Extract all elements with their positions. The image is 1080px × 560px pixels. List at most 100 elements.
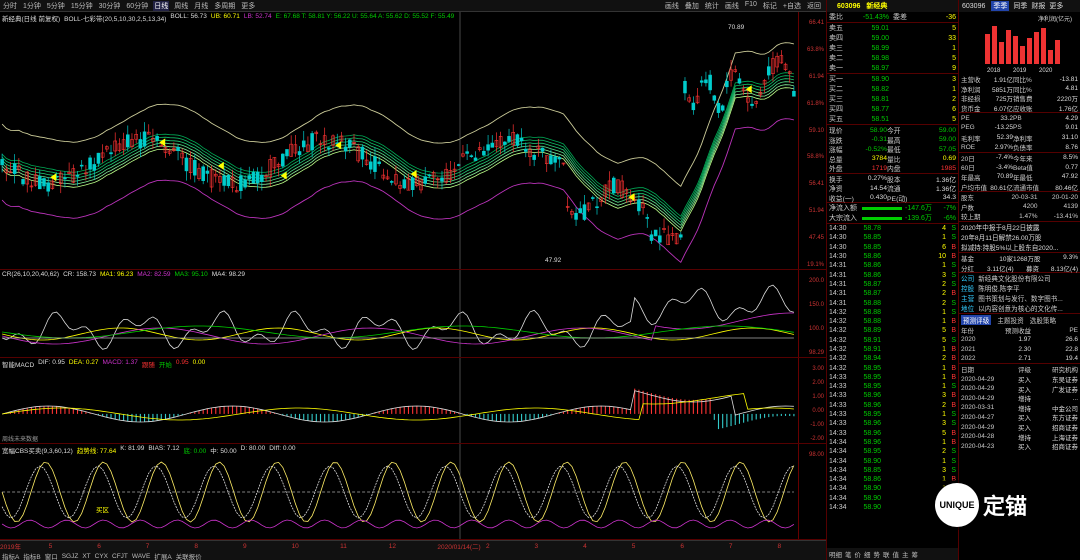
- holders-head: 股东 20-03-31 20-01-20: [959, 192, 1080, 203]
- cr-panel[interactable]: CR(26,10,20,40,62) CR: 158.73 MA1: 96.23…: [0, 270, 826, 358]
- period-tab-6[interactable]: 日线: [153, 0, 170, 11]
- candle-body: [750, 103, 754, 106]
- quote-footer-tab[interactable]: 细: [864, 549, 871, 559]
- ask-row[interactable]: 卖五 59.01 5: [827, 23, 958, 33]
- cr-title[interactable]: CR(26,10,20,40,62): [2, 271, 59, 278]
- period-tab-9[interactable]: 多周期: [213, 1, 236, 11]
- indicator-tab-6[interactable]: CFJT: [112, 553, 128, 560]
- kv-cell: 同比%: [1013, 77, 1032, 84]
- indicator-tab-7[interactable]: WAVE: [132, 553, 150, 560]
- table-row[interactable]: 2021 2.30 22.8: [959, 344, 1080, 354]
- bid-row[interactable]: 买二 58.82 1: [827, 84, 958, 94]
- period-tab-4[interactable]: 30分钟: [98, 1, 122, 11]
- toolbar-action-2[interactable]: 统计: [704, 1, 720, 11]
- quote-footer-tab[interactable]: 明细: [829, 549, 842, 559]
- f10-subtab-2[interactable]: 选股策略: [1030, 315, 1056, 325]
- cbs-axis: 98.00: [798, 444, 826, 539]
- toolbar-action-6[interactable]: +自选: [782, 1, 802, 11]
- indicator-tab-8[interactable]: 扩展A: [154, 551, 171, 560]
- f10-news[interactable]: 2020年中报于8月22日披露 20年8月11日解禁26.00万股 拟减持:持股5%…: [959, 222, 1080, 252]
- f10-subtab-0[interactable]: 预测评级: [961, 314, 992, 325]
- tick-list[interactable]: 14:30 58.78 4 S 14:30 58.85 1 S 14:30 58.85 6 B 14:3…: [827, 224, 958, 512]
- period-tab-5[interactable]: 60分钟: [125, 1, 149, 11]
- toolbar-action-7[interactable]: 返回: [806, 1, 822, 11]
- macd-indicator-chart[interactable]: [0, 358, 798, 444]
- f10-tab-0[interactable]: 季季: [991, 1, 1010, 11]
- period-tab-0[interactable]: 分时: [2, 1, 18, 11]
- macd-panel[interactable]: 智能MACD DIF: 0.95 DEA: 0.27 MACD: 1.37 跟随…: [0, 358, 826, 444]
- bid-row[interactable]: 买五 58.51 5: [827, 114, 958, 124]
- table-row[interactable]: 2020-04-29 买入 广发证券: [959, 384, 1080, 394]
- cbs-panel[interactable]: 宽幅CBS买卖(9,3,60,12) 趋势线: 77.64 K: 81.99 B…: [0, 444, 826, 540]
- toolbar-action-5[interactable]: 标记: [762, 1, 778, 11]
- ask-row[interactable]: 卖四 59.00 33: [827, 33, 958, 43]
- f10-header: 603096 季季 同季 财报 更多: [959, 0, 1080, 12]
- candle-body: [46, 182, 50, 192]
- company-key: 主营: [961, 296, 975, 304]
- candle-body: [38, 176, 42, 190]
- quote-footer-tab[interactable]: 势: [874, 549, 881, 559]
- stat-cell: 外盘: [829, 166, 843, 173]
- indicator-tab-3[interactable]: SGJZ: [62, 553, 79, 560]
- news-item[interactable]: 2020年中报于8月22日披露: [959, 222, 1080, 232]
- table-row[interactable]: 2020-04-23 买入 招商证券: [959, 441, 1080, 452]
- indicator-tab-4[interactable]: XT: [82, 553, 90, 560]
- f10-tab-2[interactable]: 财报: [1031, 1, 1045, 11]
- f10-tab-3[interactable]: 更多: [1049, 1, 1063, 11]
- candlestick-chart[interactable]: [0, 12, 798, 270]
- toolbar-action-3[interactable]: 画线: [724, 1, 740, 11]
- period-tab-7[interactable]: 周线: [173, 1, 189, 11]
- cbs-indicator-chart[interactable]: [0, 444, 798, 540]
- candle-body: [557, 157, 562, 160]
- tick-price: 58.87: [863, 290, 881, 298]
- bid-row[interactable]: 买四 58.77 6: [827, 104, 958, 114]
- quote-footer-tab[interactable]: 主: [902, 549, 909, 559]
- indicator-tab-2[interactable]: 窗口: [45, 551, 58, 560]
- quote-footer-tab[interactable]: 笔: [845, 549, 852, 559]
- ask-row[interactable]: 卖三 58.99 1: [827, 43, 958, 53]
- ask-row[interactable]: 卖一 58.97 9: [827, 63, 958, 73]
- table-row[interactable]: 2020 1.97 26.6: [959, 335, 1080, 345]
- news-item[interactable]: 20年8月11日解禁26.00万股: [959, 232, 1080, 242]
- company-row: 主营 图书策划与发行、数字图书...: [959, 293, 1080, 303]
- cbs-title[interactable]: 宽幅CBS买卖(9,3,60,12): [2, 445, 73, 455]
- indicator-tab-1[interactable]: 指标B: [23, 551, 40, 560]
- bid-row[interactable]: 买三 58.81 2: [827, 94, 958, 104]
- toolbar-action-4[interactable]: F10: [744, 1, 758, 11]
- indicator-tab-5[interactable]: CYX: [95, 553, 108, 560]
- f10-subtab-1[interactable]: 主题投资: [997, 315, 1023, 325]
- table-row[interactable]: 2020-04-29 买入 招商证券: [959, 422, 1080, 433]
- indicator-tab-0[interactable]: 指标A: [2, 551, 19, 560]
- indicator-tab-9[interactable]: 关联报价: [176, 551, 202, 560]
- table-row[interactable]: 2020-04-27 买入 东方证券: [959, 412, 1080, 423]
- quote-footer-tab[interactable]: 价: [855, 549, 862, 559]
- toolbar-action-1[interactable]: 叠加: [684, 1, 700, 11]
- quote-footer-tab[interactable]: 值: [893, 549, 900, 559]
- ask-row[interactable]: 卖二 58.98 5: [827, 53, 958, 63]
- stock-code: 603096: [837, 2, 861, 10]
- table-row[interactable]: 2020-04-28 增持 上海证券: [959, 432, 1080, 442]
- f10-tab-1[interactable]: 同季: [1013, 1, 1027, 11]
- quote-footer-tab[interactable]: 联: [883, 549, 890, 559]
- table-row[interactable]: 2022 2.71 19.4: [959, 354, 1080, 364]
- period-tab-10[interactable]: 更多: [240, 1, 256, 11]
- period-tab-2[interactable]: 5分钟: [46, 1, 66, 11]
- boll-indicator-name[interactable]: BOLL-七彩带(20,5,10,30,2,5,13,34): [64, 13, 166, 23]
- cr-indicator-chart[interactable]: [0, 270, 798, 358]
- news-item[interactable]: 拟减持:持股5%以上股东自2020...: [959, 242, 1080, 252]
- period-tab-1[interactable]: 1分钟: [22, 1, 42, 11]
- candle-body: [423, 176, 427, 184]
- quote-footer-tab[interactable]: 筹: [912, 549, 919, 559]
- period-tab-8[interactable]: 月线: [193, 1, 209, 11]
- book-label: 卖一: [829, 65, 843, 72]
- kv-cell: 0.77: [1065, 163, 1078, 171]
- table-row[interactable]: 2020-04-29 增持...: [959, 393, 1080, 404]
- macd-title[interactable]: 智能MACD: [2, 359, 34, 369]
- table-row[interactable]: 2020-03-31 增持 中金公司: [959, 403, 1080, 413]
- candle-body: [389, 181, 394, 183]
- period-tab-3[interactable]: 15分钟: [70, 1, 94, 11]
- table-row[interactable]: 2020-04-29 买入 东吴证券: [959, 374, 1080, 385]
- kline-panel[interactable]: 新经典(日线 前复权) BOLL-七彩带(20,5,10,30,2,5,13,3…: [0, 12, 826, 270]
- toolbar-action-0[interactable]: 画线: [664, 1, 680, 11]
- bid-row[interactable]: 买一 58.90 3: [827, 74, 958, 84]
